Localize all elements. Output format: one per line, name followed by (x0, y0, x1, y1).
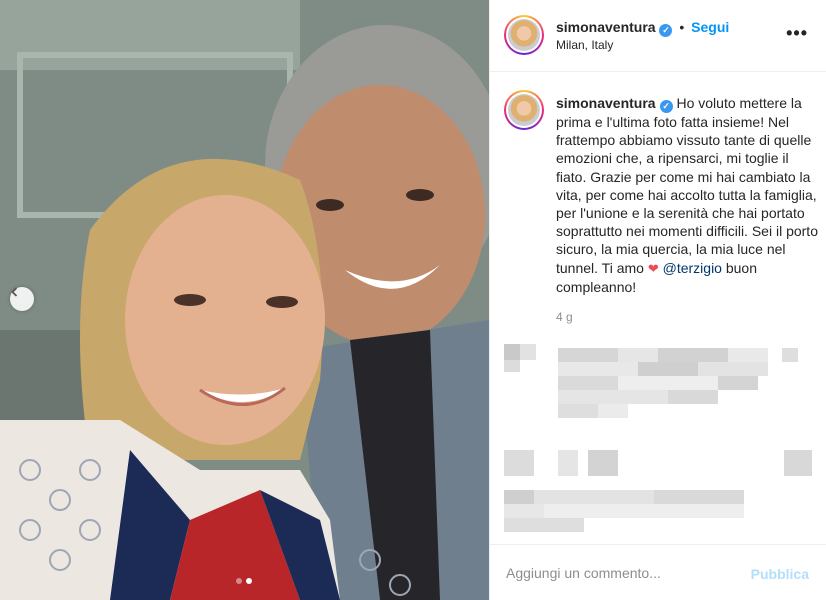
more-options-icon[interactable]: ••• (786, 24, 808, 42)
separator-dot: • (679, 19, 685, 35)
post-photo[interactable] (0, 0, 489, 600)
follow-button[interactable]: Segui (691, 19, 729, 35)
caption-body: Ho voluto mettere la prima e l'ultima fo… (556, 95, 818, 276)
caption-avatar[interactable] (504, 90, 544, 130)
avatar[interactable] (504, 15, 544, 55)
post-sidebar: simonaventura ✓ • Segui Milan, Italy •••… (489, 0, 826, 600)
caption-username-link[interactable]: simonaventura (556, 95, 656, 111)
caption-text: simonaventura ✓ Ho voluto mettere la prim… (556, 94, 821, 296)
carousel-prev-button[interactable] (10, 287, 34, 311)
mention-link[interactable]: @terzigio (663, 260, 722, 276)
header-user-line: simonaventura ✓ • Segui (556, 19, 729, 37)
photo-illustration (0, 0, 489, 600)
location-link[interactable]: Milan, Italy (556, 38, 613, 52)
blurred-comments (490, 340, 826, 540)
comment-input[interactable] (506, 559, 746, 587)
verified-badge-icon: ✓ (659, 24, 673, 37)
post-header: simonaventura ✓ • Segui Milan, Italy ••• (490, 0, 826, 72)
carousel-dot (236, 578, 242, 584)
carousel-dot-active (246, 578, 252, 584)
comment-footer: Pubblica (490, 544, 826, 600)
caption-block: simonaventura ✓ Ho voluto mettere la prim… (490, 72, 826, 324)
carousel-indicator (236, 578, 252, 584)
avatar-image (508, 19, 540, 51)
post-timestamp[interactable]: 4 g (556, 310, 811, 324)
chevron-left-icon (11, 287, 18, 297)
verified-badge-icon: ✓ (659, 100, 673, 113)
username-link[interactable]: simonaventura (556, 19, 656, 35)
avatar-image (508, 94, 540, 126)
heart-icon: ❤ (647, 260, 659, 276)
publish-button[interactable]: Pubblica (751, 566, 809, 582)
